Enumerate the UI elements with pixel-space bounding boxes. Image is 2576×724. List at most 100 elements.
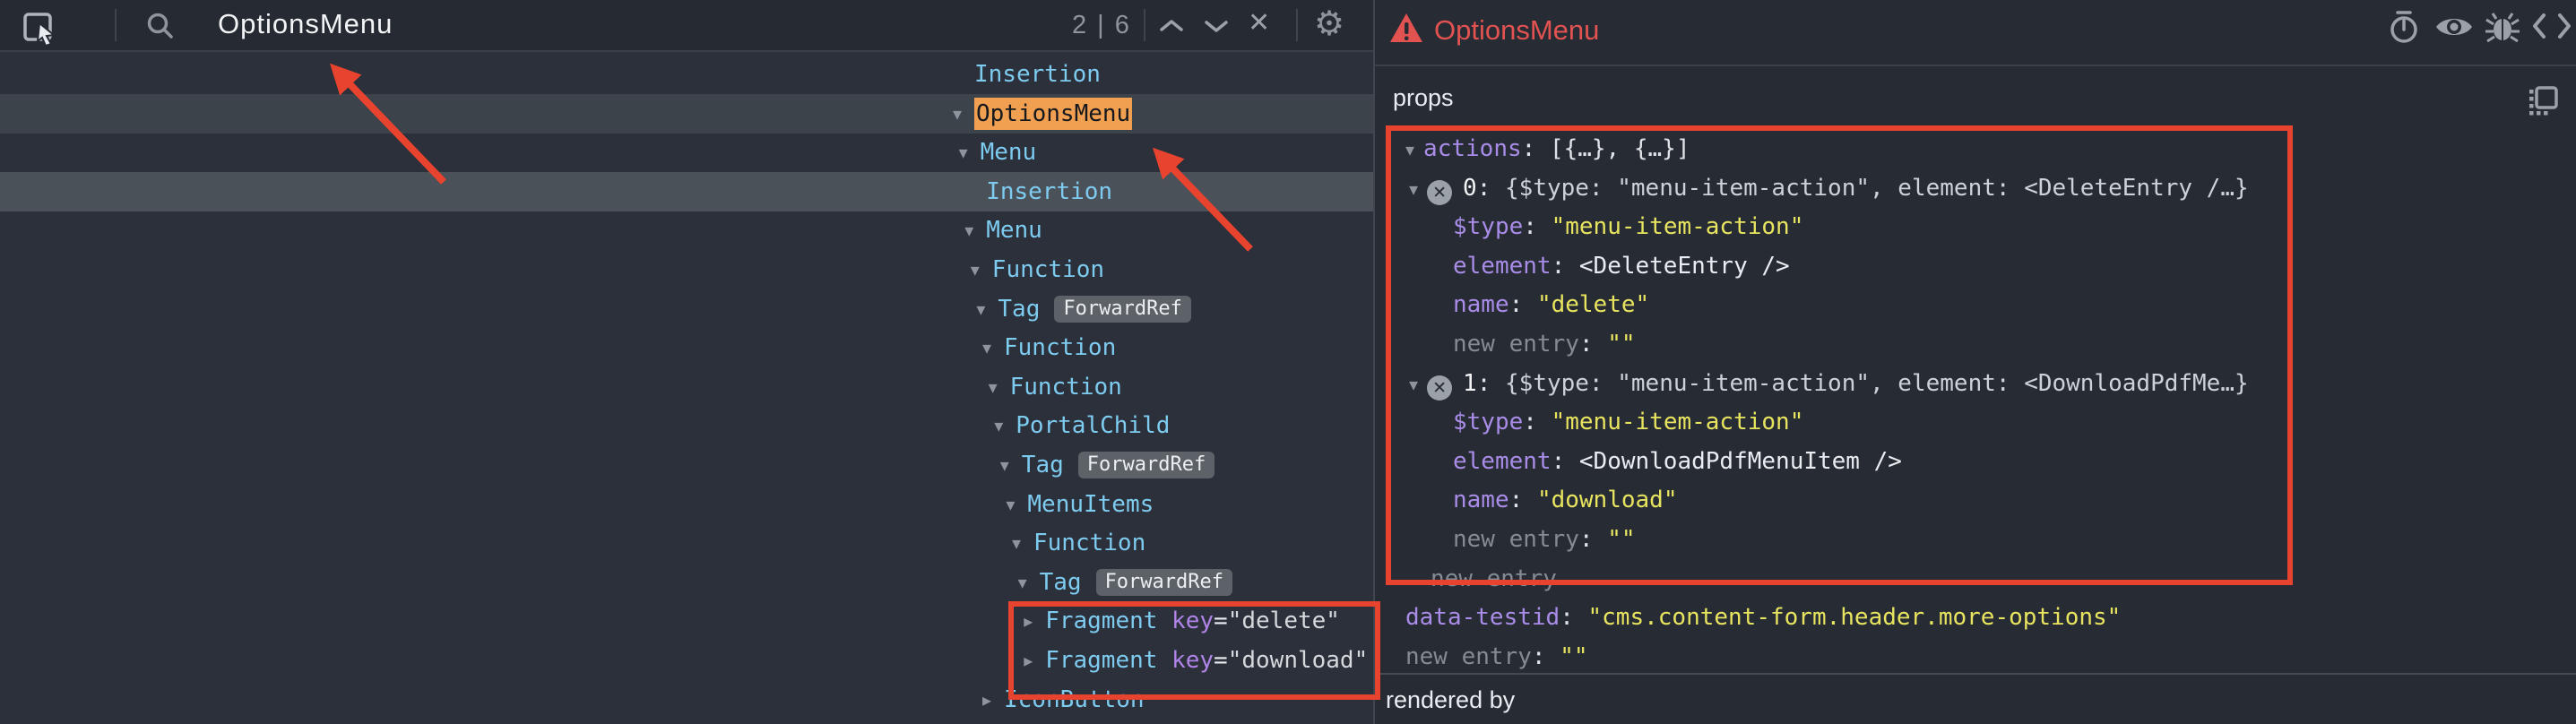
component-name[interactable]: Function (1033, 523, 1145, 563)
component-name[interactable]: Menu (981, 133, 1037, 172)
caret-expanded-icon[interactable]: ▾ (1405, 139, 1414, 160)
caret-expanded-icon[interactable]: ▾ (1409, 374, 1418, 395)
prop-row-data-testid[interactable]: data-testid: "cms.content-form.header.mo… (1405, 598, 2121, 637)
prop-row-actions[interactable]: ▾actions: [{…}, {…}] (1405, 129, 1690, 168)
tree-row-function[interactable]: ▾ Function (0, 367, 1373, 407)
close-search-icon[interactable]: ✕ (1248, 7, 1270, 39)
caret-expanded-icon[interactable]: ▾ (1409, 178, 1418, 200)
component-name[interactable]: Function (1004, 328, 1116, 367)
component-name[interactable]: Function (1010, 367, 1122, 407)
prop-value[interactable]: "menu-item-action" (1552, 409, 1804, 435)
prop-row-0[interactable]: ▾✕0: {$type: "menu-item-action", element… (1409, 168, 2249, 208)
prop-row-1[interactable]: ▾✕1: {$type: "menu-item-action", element… (1409, 364, 2249, 403)
component-name[interactable]: MenuItems (1027, 485, 1154, 524)
prop-value[interactable]: {$type: "menu-item-action", element: <De… (1505, 175, 2249, 202)
component-name[interactable]: TagForwardRef (998, 289, 1190, 329)
prop-value[interactable]: "cms.content-form.header.more-options" (1588, 604, 2122, 631)
tree-row-insertion[interactable]: Insertion (0, 172, 1373, 211)
view-source-code-icon[interactable] (2531, 12, 2572, 40)
tree-row-function[interactable]: ▾ Function (0, 250, 1373, 289)
tree-row-portalchild[interactable]: ▾ PortalChild (0, 406, 1373, 445)
caret-expanded-icon[interactable]: ▾ (1018, 563, 1027, 602)
tree-row-optionsmenu[interactable]: ▾ OptionsMenu (0, 94, 1373, 134)
component-name[interactable]: Menu (986, 211, 1042, 250)
key-attr-name: key (1157, 608, 1214, 634)
caret-expanded-icon[interactable]: ▾ (953, 94, 962, 134)
tree-row-function[interactable]: ▾ Function (0, 523, 1373, 563)
caret-expanded-icon[interactable]: ▾ (959, 133, 968, 172)
search-input[interactable]: OptionsMenu (218, 8, 393, 40)
tree-row-fragment[interactable]: ▸ Fragment key="download" (0, 641, 1373, 680)
component-name[interactable]: TagForwardRef (1022, 445, 1215, 485)
tree-row-menu[interactable]: ▾ Menu (0, 133, 1373, 172)
prop-value[interactable]: <DeleteEntry /> (1579, 253, 1790, 280)
suspend-timer-icon[interactable] (2386, 9, 2422, 45)
chevron-up-icon[interactable] (1158, 18, 1185, 34)
prop-value[interactable]: "" (1560, 643, 1587, 670)
inspect-element-icon[interactable] (22, 7, 59, 45)
prop-row-name[interactable]: name: "download" (1453, 480, 1677, 520)
chevron-down-icon[interactable] (1203, 19, 1230, 35)
component-name[interactable]: OptionsMenu (974, 94, 1132, 134)
prop-row-$type[interactable]: $type: "menu-item-action" (1453, 402, 1803, 442)
component-name[interactable]: Fragment key="delete" (1045, 601, 1340, 641)
prop-value[interactable]: "menu-item-action" (1552, 213, 1804, 240)
caret-expanded-icon[interactable]: ▾ (989, 367, 998, 407)
component-name[interactable]: Insertion (974, 55, 1101, 94)
caret-expanded-icon[interactable]: ▾ (1000, 445, 1009, 485)
log-data-bug-icon[interactable] (2485, 9, 2520, 45)
caret-collapsed-icon[interactable]: ▸ (1024, 641, 1033, 680)
prop-row-$type[interactable]: $type: "menu-item-action" (1453, 207, 1803, 246)
colon: : (1509, 291, 1537, 318)
tree-row-tag[interactable]: ▾ TagForwardRef (0, 289, 1373, 329)
warning-triangle-icon (1389, 13, 1423, 43)
react-devtools-components-panel: OptionsMenu 2 | 6 ✕ ⚙ OptionsMenu (0, 0, 2576, 724)
prop-row-new-entry[interactable]: new entry: "" (1405, 637, 1588, 677)
prop-row-new-entry[interactable]: new entry (1431, 559, 1557, 599)
prop-value[interactable]: [{…}, {…}] (1550, 135, 1690, 162)
settings-gear-icon[interactable]: ⚙ (1314, 4, 1344, 44)
prop-value[interactable]: "" (1607, 526, 1635, 553)
caret-collapsed-icon[interactable]: ▸ (982, 680, 991, 720)
tree-row-menu[interactable]: ▾ Menu (0, 211, 1373, 250)
prop-row-element[interactable]: element: <DeleteEntry /> (1453, 246, 1790, 286)
tree-row-function[interactable]: ▾ Function (0, 328, 1373, 367)
component-name[interactable]: IconButton (1004, 680, 1145, 720)
component-name[interactable]: Function (992, 250, 1104, 289)
component-name[interactable]: PortalChild (1016, 406, 1170, 445)
prop-key: element (1453, 448, 1552, 475)
inspect-dom-eye-icon[interactable] (2434, 13, 2474, 41)
forwardref-badge: ForwardRef (1054, 296, 1190, 323)
caret-expanded-icon[interactable]: ▾ (994, 406, 1003, 445)
prop-row-new-entry[interactable]: new entry: "" (1453, 324, 1636, 364)
tree-row-insertion[interactable]: Insertion (0, 55, 1373, 94)
prop-value[interactable]: "download" (1537, 487, 1678, 513)
caret-expanded-icon[interactable]: ▾ (1012, 523, 1021, 563)
panel-divider[interactable] (1373, 0, 1375, 724)
remove-entry-icon[interactable]: ✕ (1427, 375, 1452, 401)
tree-row-menuitems[interactable]: ▾ MenuItems (0, 485, 1373, 524)
tree-row-iconbutton[interactable]: ▸ IconButton (0, 680, 1373, 720)
prop-value[interactable]: "delete" (1537, 291, 1649, 318)
caret-expanded-icon[interactable]: ▾ (976, 289, 985, 329)
key-attr-name: key (1157, 647, 1214, 674)
component-name[interactable]: TagForwardRef (1040, 563, 1232, 602)
caret-expanded-icon[interactable]: ▾ (964, 211, 973, 250)
remove-entry-icon[interactable]: ✕ (1427, 180, 1452, 205)
prop-row-new-entry[interactable]: new entry: "" (1453, 520, 1636, 559)
caret-collapsed-icon[interactable]: ▸ (1024, 601, 1033, 641)
component-name[interactable]: Insertion (986, 172, 1112, 211)
tree-row-fragment[interactable]: ▸ Fragment key="delete" (0, 601, 1373, 641)
caret-expanded-icon[interactable]: ▾ (971, 250, 980, 289)
caret-expanded-icon[interactable]: ▾ (982, 328, 991, 367)
prop-row-element[interactable]: element: <DownloadPdfMenuItem /> (1453, 442, 1902, 481)
prop-value[interactable]: <DownloadPdfMenuItem /> (1579, 448, 1902, 475)
tree-row-tag[interactable]: ▾ TagForwardRef (0, 445, 1373, 485)
caret-expanded-icon[interactable]: ▾ (1006, 485, 1015, 524)
component-name[interactable]: Fragment key="download" (1045, 641, 1368, 680)
prop-value[interactable]: {$type: "menu-item-action", element: <Do… (1505, 370, 2249, 397)
copy-props-icon[interactable] (2526, 82, 2562, 118)
tree-row-tag[interactable]: ▾ TagForwardRef (0, 563, 1373, 602)
prop-value[interactable]: "" (1607, 331, 1635, 358)
prop-row-name[interactable]: name: "delete" (1453, 285, 1649, 324)
